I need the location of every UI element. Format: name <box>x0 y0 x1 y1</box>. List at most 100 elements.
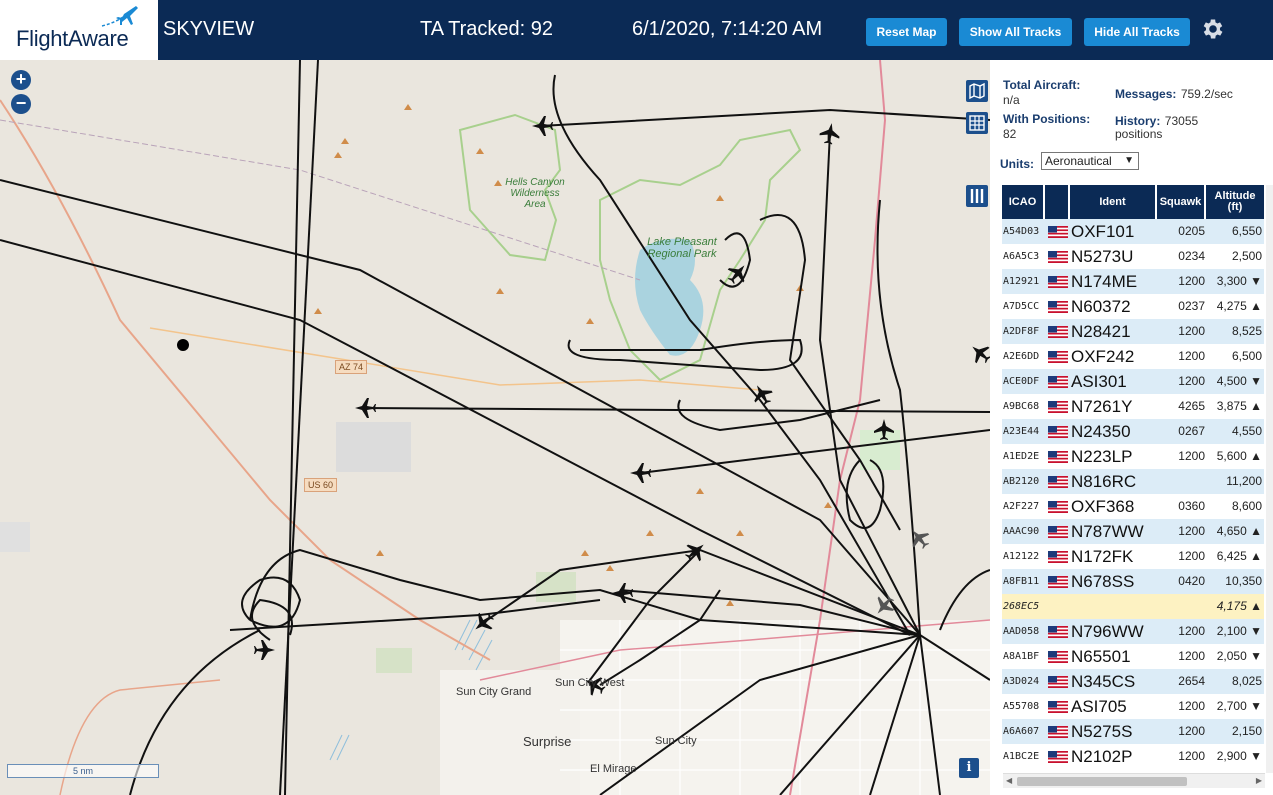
grid-overlay-button[interactable] <box>966 112 988 134</box>
ident-cell: N345CS <box>1071 672 1136 691</box>
aircraft-row[interactable]: A2E6DD OXF242 1200 6,500 <box>1002 344 1264 369</box>
history-label: History: <box>1115 114 1161 128</box>
lake-pleasant-label: Lake Pleasant Regional Park <box>647 236 717 260</box>
icao-cell: A8FB11 <box>1003 576 1040 587</box>
ident-cell: N174ME <box>1071 272 1138 291</box>
aircraft-row[interactable]: A2F227 OXF368 0360 8,600 <box>1002 494 1264 519</box>
us-flag-icon <box>1048 376 1068 388</box>
icao-cell: A1ED2E <box>1003 451 1040 462</box>
scroll-left-icon[interactable]: ◀ <box>1006 776 1012 785</box>
altitude-cell: 6,425 ▲ <box>1216 549 1262 563</box>
aircraft-row[interactable]: A8FB11 N678SS 0420 10,350 <box>1002 569 1264 594</box>
ident-cell: N796WW <box>1071 622 1144 641</box>
us-flag-icon <box>1048 501 1068 513</box>
grid-icon <box>969 115 985 131</box>
horizontal-scrollbar[interactable]: ◀ ▶ <box>1003 773 1265 788</box>
squawk-cell <box>1157 594 1205 619</box>
top-bar: FlightAware SKYVIEW TA Tracked: 92 6/1/2… <box>0 0 1273 60</box>
aircraft-row[interactable]: A12921 N174ME 1200 3,300 ▼ <box>1002 269 1264 294</box>
el-mirage-label: El Mirage <box>590 763 637 775</box>
squawk-cell: 1200 <box>1178 274 1205 288</box>
altitude-cell: 2,150 <box>1231 724 1262 738</box>
squawk-cell: 1200 <box>1178 749 1205 763</box>
aircraft-row[interactable]: ACE0DF ASI301 1200 4,500 ▼ <box>1002 369 1264 394</box>
zoom-in-button[interactable]: + <box>11 70 31 90</box>
altitude-cell: 4,500 ▼ <box>1216 374 1262 388</box>
hide-all-tracks-button[interactable]: Hide All Tracks <box>1084 18 1190 46</box>
settings-gear-icon[interactable] <box>1200 16 1226 42</box>
aircraft-table: ICAO Ident Squawk Altitude (ft) A54D03 OX… <box>1002 185 1264 769</box>
col-icao[interactable]: ICAO <box>1002 185 1044 219</box>
us60-road <box>0 99 491 661</box>
squawk-cell: 0234 <box>1178 249 1205 263</box>
altitude-cell: 6,550 <box>1231 224 1262 238</box>
aircraft-row[interactable]: A2DF8F N28421 1200 8,525 <box>1002 319 1264 344</box>
ident-cell: OXF368 <box>1071 497 1135 516</box>
aircraft-row[interactable]: A6A607 N5275S 1200 2,150 <box>1002 719 1264 744</box>
aircraft-row[interactable]: AB2120 N816RC 11,200 <box>1002 469 1264 494</box>
altitude-cell: 8,025 <box>1231 674 1262 688</box>
tracked-count: TA Tracked: 92 <box>420 18 554 40</box>
icao-cell: A12921 <box>1003 276 1040 287</box>
dropdown-caret-icon: ▼ <box>1124 155 1134 166</box>
squawk-cell: 0360 <box>1178 499 1205 513</box>
scroll-right-icon[interactable]: ▶ <box>1256 776 1262 785</box>
col-flag[interactable] <box>1045 185 1069 219</box>
scrollbar-thumb[interactable] <box>1017 777 1187 786</box>
col-ident[interactable]: Ident <box>1070 185 1156 219</box>
icao-cell: AAD058 <box>1003 626 1040 637</box>
us-flag-icon <box>1048 551 1068 563</box>
us-flag-icon <box>1048 626 1068 638</box>
ident-cell: N60372 <box>1071 297 1131 316</box>
flightaware-logo[interactable]: FlightAware <box>0 0 158 60</box>
aircraft-row[interactable]: A1ED2E N223LP 1200 5,600 ▲ <box>1002 444 1264 469</box>
altitude-cell: 4,650 ▲ <box>1216 524 1262 538</box>
us-flag-icon <box>1048 351 1068 363</box>
squawk-cell: 0267 <box>1178 424 1205 438</box>
aircraft-row[interactable]: A54D03 OXF101 0205 6,550 <box>1002 219 1264 244</box>
aircraft-row[interactable]: A6A5C3 N5273U 0234 2,500 <box>1002 244 1264 269</box>
ident-cell: N787WW <box>1071 522 1144 541</box>
squawk-cell: 1200 <box>1178 324 1205 338</box>
col-squawk[interactable]: Squawk <box>1157 185 1205 219</box>
logo-text: FlightAware <box>16 26 129 51</box>
altitude-cell: 6,500 <box>1231 349 1262 363</box>
info-button[interactable]: i <box>959 758 979 778</box>
icao-cell: A7D5CC <box>1003 301 1040 312</box>
reset-map-button[interactable]: Reset Map <box>866 18 947 46</box>
aircraft-row[interactable]: 268EC5 4,175 ▲ <box>1002 594 1264 619</box>
history-value: 73055 <box>1164 114 1199 128</box>
zoom-out-button[interactable]: − <box>11 94 31 114</box>
us-flag-icon <box>1048 676 1068 688</box>
park-area <box>860 430 900 470</box>
show-all-tracks-button[interactable]: Show All Tracks <box>959 18 1072 46</box>
aircraft-row[interactable]: AAD058 N796WW 1200 2,100 ▼ <box>1002 619 1264 644</box>
aircraft-row[interactable]: A9BC68 N7261Y 4265 3,875 ▲ <box>1002 394 1264 419</box>
squawk-cell: 0420 <box>1178 574 1205 588</box>
aircraft-row[interactable]: AAAC90 N787WW 1200 4,650 ▲ <box>1002 519 1264 544</box>
us-flag-icon <box>1048 226 1068 238</box>
vertical-scrollbar[interactable] <box>1266 185 1273 773</box>
map-icon <box>969 82 985 100</box>
aircraft-row[interactable]: A3D024 N345CS 2654 8,025 <box>1002 669 1264 694</box>
us-flag-icon <box>1048 726 1068 738</box>
table-header: ICAO Ident Squawk Altitude (ft) <box>1002 185 1264 219</box>
units-select[interactable]: Aeronautical ▼ <box>1041 152 1139 170</box>
aircraft-row[interactable]: A12122 N172FK 1200 6,425 ▲ <box>1002 544 1264 569</box>
map-canvas[interactable]: + − Hells Canyon Wilderness Area Lake Pl… <box>0 60 990 795</box>
aircraft-row[interactable]: A23E44 N24350 0267 4,550 <box>1002 419 1264 444</box>
squawk-cell: 2654 <box>1178 674 1205 688</box>
messages-value: 759.2/sec <box>1180 87 1233 101</box>
us-flag-icon <box>1048 326 1068 338</box>
map-layers-button[interactable] <box>966 80 988 102</box>
col-altitude[interactable]: Altitude (ft) <box>1206 185 1264 219</box>
altitude-cell: 2,700 ▼ <box>1216 699 1262 713</box>
aircraft-row[interactable]: A1BC2E N2102P 1200 2,900 ▼ <box>1002 744 1264 769</box>
aircraft-row[interactable]: A8A1BF N65501 1200 2,050 ▼ <box>1002 644 1264 669</box>
toggle-sidebar-button[interactable] <box>966 185 988 207</box>
sun-city-grand-label: Sun City Grand <box>456 686 532 698</box>
squawk-cell: 1200 <box>1178 624 1205 638</box>
aircraft-row[interactable]: A7D5CC N60372 0237 4,275 ▲ <box>1002 294 1264 319</box>
ident-cell: ASI301 <box>1071 372 1127 391</box>
aircraft-row[interactable]: A55708 ASI705 1200 2,700 ▼ <box>1002 694 1264 719</box>
